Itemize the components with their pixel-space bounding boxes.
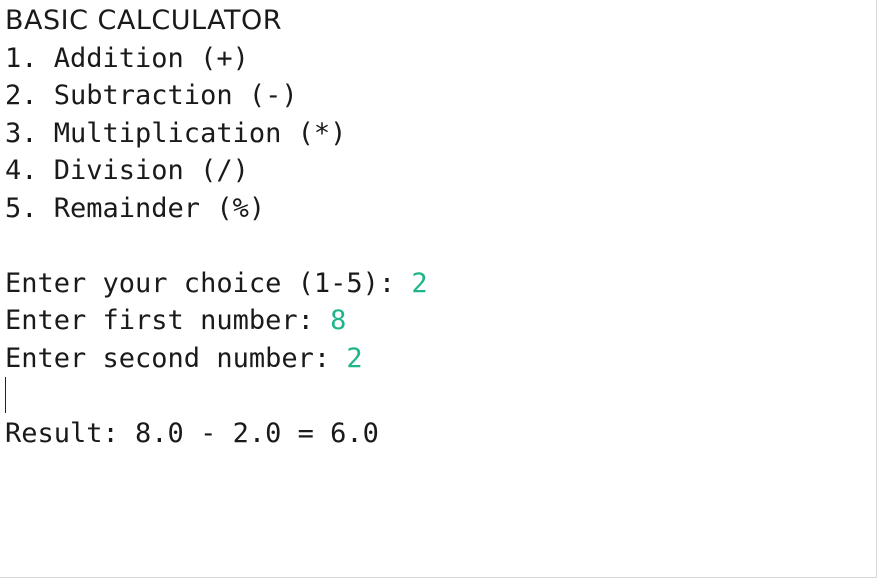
menu-item-subtraction: 2. Subtraction (-) xyxy=(5,80,298,111)
prompt-choice-line: Enter your choice (1-5): 2 xyxy=(5,265,428,302)
calculator-title: BASIC CALCULATOR xyxy=(5,5,283,36)
text-cursor[interactable] xyxy=(5,377,6,413)
menu-item-division: 4. Division (/) xyxy=(5,155,249,186)
second-number-input-value: 2 xyxy=(346,343,363,374)
prompt-first-number-line: Enter first number: 8 xyxy=(5,302,346,339)
menu-item-remainder: 5. Remainder (%) xyxy=(5,193,266,224)
menu-item-multiplication: 3. Multiplication (*) xyxy=(5,118,347,149)
menu-item-addition: 1. Addition (+) xyxy=(5,43,249,74)
prompt-second-number-label: Enter second number: xyxy=(5,343,347,374)
result-line: Result: 8.0 - 2.0 = 6.0 xyxy=(5,418,379,449)
prompt-choice-label: Enter your choice (1-5): xyxy=(5,268,412,299)
console-output: BASIC CALCULATOR 1. Addition (+) 2. Subt… xyxy=(0,0,877,578)
prompt-second-number-line: Enter second number: 2 xyxy=(5,340,363,377)
first-number-input-value: 8 xyxy=(330,305,347,336)
prompt-first-number-label: Enter first number: xyxy=(5,305,331,336)
choice-input-value: 2 xyxy=(411,268,428,299)
